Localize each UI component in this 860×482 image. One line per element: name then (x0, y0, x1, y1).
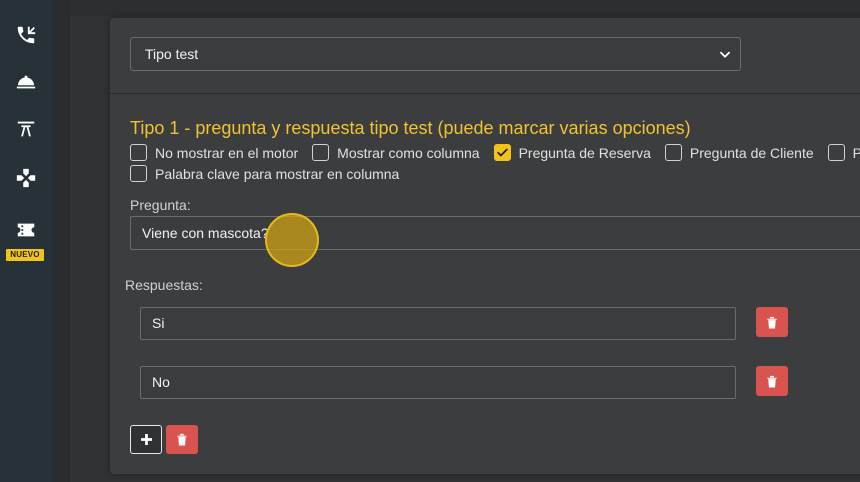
card-divider (110, 93, 860, 94)
question-value: Viene con mascota? (142, 225, 269, 241)
sidebar-item-games[interactable] (0, 167, 52, 189)
delete-all-answers-button[interactable] (166, 425, 198, 454)
question-type-select[interactable]: Tipo test (130, 37, 741, 71)
option-booking-question[interactable]: Pregunta de Reserva (493, 144, 651, 161)
answer-input-1[interactable]: Si (140, 307, 736, 340)
answer-input-2[interactable]: No (140, 366, 736, 399)
service-bell-icon (16, 75, 36, 89)
boarding-icon (17, 121, 35, 137)
option-label: No mostrar en el motor (155, 144, 299, 161)
trash-icon (177, 433, 187, 446)
sidebar-item-calls[interactable] (0, 24, 52, 46)
add-answer-button[interactable] (130, 425, 162, 454)
gamepad-icon (16, 168, 36, 188)
delete-answer-button-1[interactable] (756, 307, 788, 337)
question-type-value: Tipo test (145, 46, 199, 62)
option-label: Palabra clave para mostrar en columna (155, 165, 400, 182)
option-show-as-column[interactable]: Mostrar como columna (312, 144, 480, 161)
check-icon (496, 148, 508, 157)
ticket-icon (17, 223, 35, 237)
answer-value: No (152, 374, 170, 390)
checkbox[interactable] (312, 144, 330, 161)
checkbox[interactable] (130, 144, 147, 161)
click-indicator (265, 213, 319, 267)
option-keyword-column[interactable]: Palabra clave para mostrar en columna (130, 165, 399, 182)
option-hide-in-engine[interactable]: No mostrar en el motor (130, 144, 298, 161)
option-label: P (852, 144, 860, 161)
top-shade (70, 0, 860, 16)
sidebar-item-services[interactable] (0, 71, 52, 93)
plus-icon (140, 434, 152, 445)
trash-icon (767, 375, 777, 388)
checkbox[interactable] (130, 165, 147, 182)
answer-value: Si (152, 315, 165, 331)
chevron-down-icon (720, 51, 730, 58)
phone-transfer-icon (17, 26, 36, 44)
options-row-1: No mostrar en el motor Mostrar como colu… (130, 144, 860, 161)
options-row-2: Palabra clave para mostrar en columna (130, 165, 413, 182)
trash-icon (767, 316, 777, 329)
answers-label: Respuestas: (125, 277, 203, 293)
option-truncated[interactable]: P (827, 144, 860, 161)
delete-answer-button-2[interactable] (756, 366, 788, 396)
section-title: Tipo 1 - pregunta y respuesta tipo test … (130, 118, 691, 138)
option-label: Pregunta de Reserva (518, 144, 651, 161)
checkbox[interactable] (827, 144, 845, 161)
option-label: Mostrar como columna (337, 144, 480, 161)
question-input[interactable]: Viene con mascota? (130, 216, 860, 250)
option-client-question[interactable]: Pregunta de Cliente (664, 144, 814, 161)
sidebar-item-boarding[interactable] (0, 118, 52, 140)
checkbox-checked[interactable] (493, 144, 511, 161)
sidebar-gutter (52, 0, 70, 482)
new-badge: NUEVO (6, 249, 44, 261)
checkbox[interactable] (664, 144, 682, 161)
sidebar-item-tickets[interactable] (0, 219, 52, 241)
option-label: Pregunta de Cliente (689, 144, 814, 161)
question-label: Pregunta: (130, 197, 191, 213)
